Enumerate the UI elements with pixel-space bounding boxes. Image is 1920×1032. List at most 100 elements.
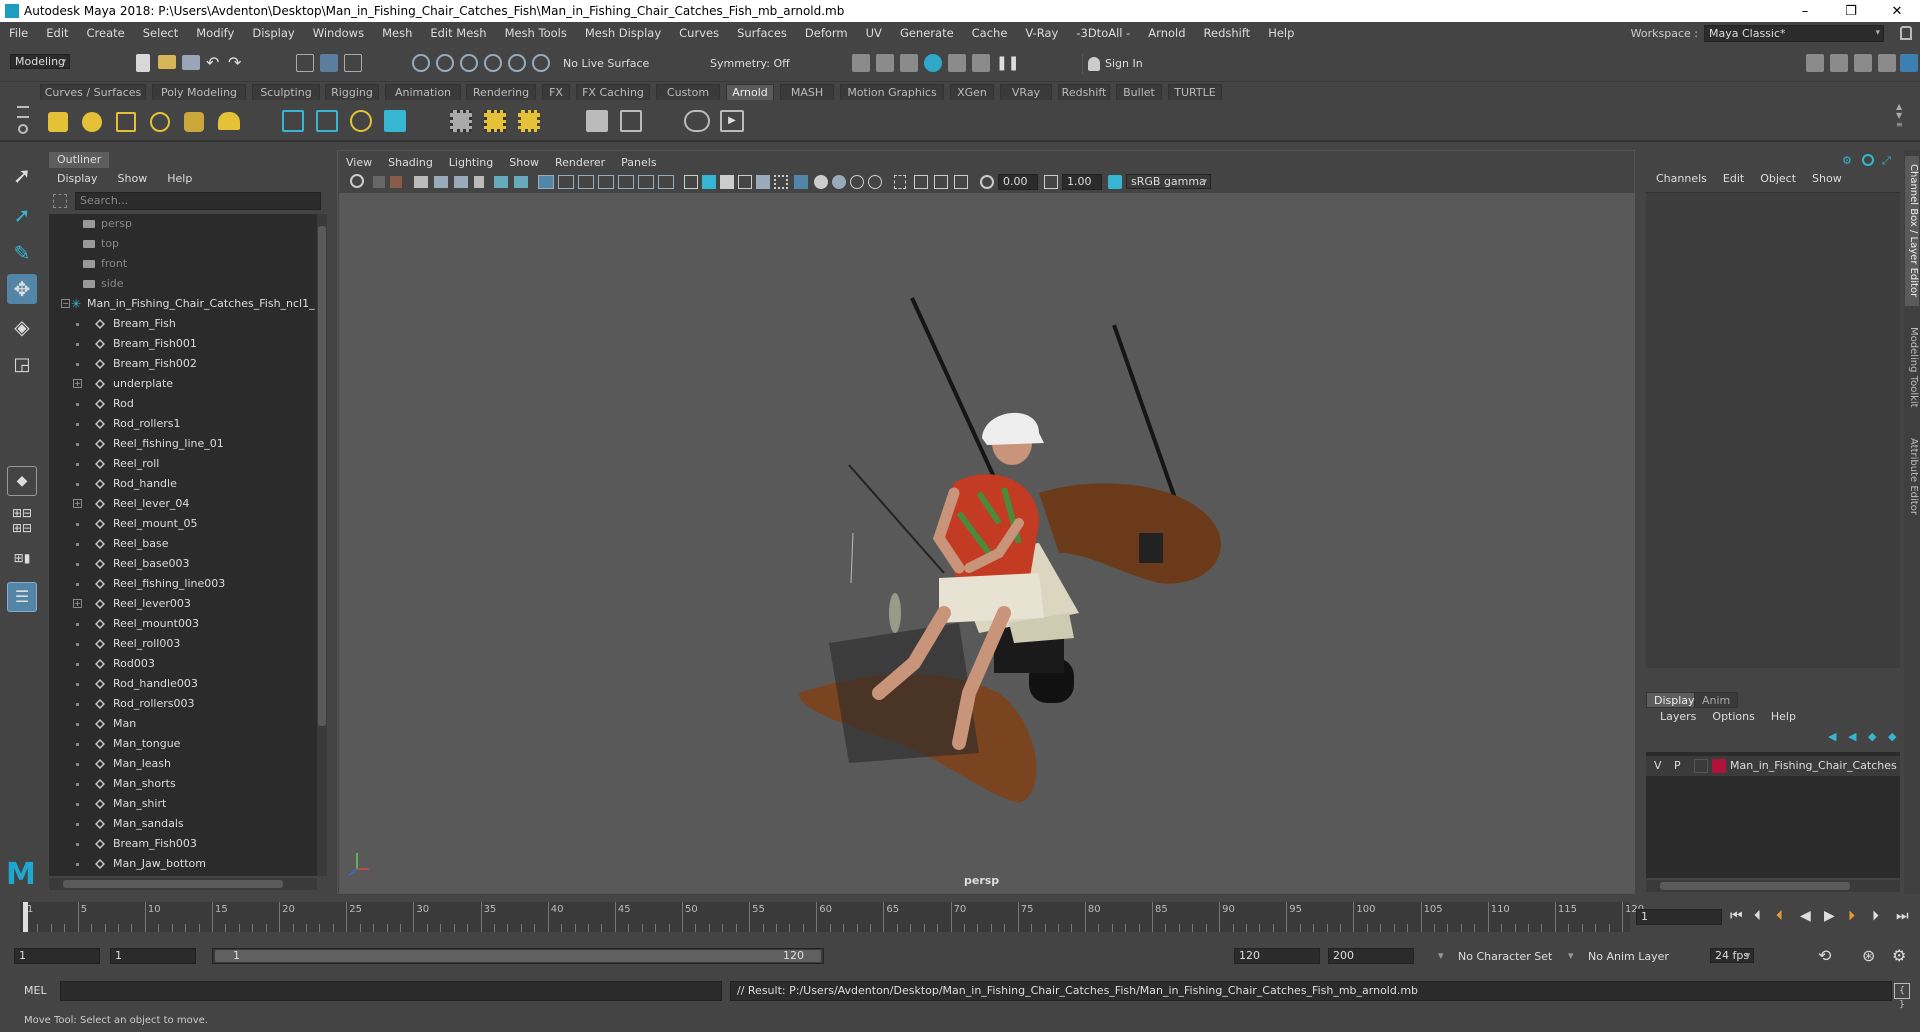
- frame-all-icon[interactable]: [514, 176, 528, 188]
- playback-end-field[interactable]: 120: [1234, 948, 1320, 964]
- play-forwards-icon[interactable]: ▶: [1824, 908, 1835, 924]
- menu-mesh-display[interactable]: Mesh Display: [576, 26, 670, 40]
- undo-icon[interactable]: ↶: [206, 54, 224, 72]
- playback-start-field[interactable]: 1: [110, 948, 196, 964]
- attribute-filter-icon[interactable]: [1862, 154, 1874, 166]
- default-material-icon[interactable]: [738, 175, 752, 189]
- fps-dropdown[interactable]: 24 fps: [1710, 948, 1755, 963]
- camera-bookmark-icon[interactable]: [474, 176, 484, 188]
- channel-box-settings-icon[interactable]: ⚙: [1842, 154, 1854, 167]
- license-icon[interactable]: [620, 110, 642, 132]
- pause-icon[interactable]: ❚❚: [996, 54, 1019, 72]
- outliner-search-input[interactable]: Search...: [75, 192, 321, 210]
- outliner-item-man-shorts[interactable]: Man_shorts: [49, 774, 317, 794]
- current-time-marker[interactable]: [23, 902, 28, 932]
- outliner-item-reel-fishing-line-01[interactable]: Reel_fishing_line_01: [49, 434, 317, 454]
- volume-icon[interactable]: [384, 110, 406, 132]
- menu-select[interactable]: Select: [134, 26, 187, 40]
- shelf-tab-animation[interactable]: Animation: [385, 84, 461, 100]
- viewport-menu-renderer[interactable]: Renderer: [547, 156, 613, 169]
- outliner-item-reel-roll[interactable]: Reel_roll: [49, 454, 317, 474]
- outliner-item-reel-mount003[interactable]: Reel_mount003: [49, 614, 317, 634]
- render-sequence-icon[interactable]: ▶: [720, 110, 744, 132]
- menu-cache[interactable]: Cache: [963, 26, 1017, 40]
- viewport-menu-lighting[interactable]: Lighting: [441, 156, 501, 169]
- shelf-scroll-icon[interactable]: ▲ ▼ ≡: [1896, 102, 1903, 129]
- flush-cache-icon[interactable]: [586, 110, 608, 132]
- toggle-modeling-toolkit-icon[interactable]: [1806, 54, 1824, 72]
- shelf-tab-xgen[interactable]: XGen: [950, 84, 994, 100]
- xray-joints-icon[interactable]: [954, 175, 968, 189]
- menu-uv[interactable]: UV: [857, 26, 891, 40]
- lasso-tool-icon[interactable]: ➚: [7, 200, 37, 230]
- command-input[interactable]: [60, 981, 722, 1001]
- shelf-tab-custom[interactable]: Custom: [656, 84, 720, 100]
- outliner-item-reel-base003[interactable]: Reel_base003: [49, 554, 317, 574]
- isolate-select-icon[interactable]: [894, 175, 906, 189]
- side-tab-modeling-toolkit[interactable]: Modeling Toolkit: [1905, 318, 1919, 416]
- bookmarks-icon[interactable]: [390, 176, 402, 188]
- live-surface-field[interactable]: No Live Surface: [563, 56, 663, 72]
- select-tool-icon[interactable]: ➚: [7, 162, 37, 192]
- range-bar[interactable]: 1 120: [212, 948, 824, 964]
- select-by-hierarchy-icon[interactable]: [296, 54, 314, 72]
- shadows-icon[interactable]: [794, 175, 808, 189]
- expand-toggle-icon[interactable]: +: [73, 499, 82, 508]
- outliner-item-man-tongue[interactable]: Man_tongue: [49, 734, 317, 754]
- select-by-object-icon[interactable]: [320, 54, 338, 72]
- layer-horizontal-scrollbar[interactable]: [1646, 880, 1900, 892]
- menu-mesh-tools[interactable]: Mesh Tools: [496, 26, 576, 40]
- outliner-item-top[interactable]: top: [49, 234, 317, 254]
- outliner-item-rod-handle003[interactable]: Rod_handle003: [49, 674, 317, 694]
- outliner-item-reel-lever003[interactable]: + Reel_lever003: [49, 594, 317, 614]
- close-button[interactable]: ✕: [1874, 4, 1920, 19]
- toggle-channel-box-icon[interactable]: [1878, 54, 1896, 72]
- layer-row[interactable]: V P Man_in_Fishing_Chair_Catches: [1646, 756, 1900, 776]
- menu-modify[interactable]: Modify: [187, 26, 243, 40]
- outliner-item-rod-rollers1[interactable]: Rod_rollers1: [49, 414, 317, 434]
- range-bar-handle[interactable]: [215, 950, 821, 962]
- shelf-tab-redshift[interactable]: Redshift: [1058, 84, 1110, 100]
- scale-tool-icon[interactable]: ◲: [7, 350, 37, 380]
- toggle-layer-editor-icon[interactable]: [1900, 54, 1918, 72]
- xray-icon[interactable]: [914, 175, 928, 189]
- mesh-light-icon[interactable]: [82, 112, 102, 132]
- menu-display[interactable]: Display: [243, 26, 303, 40]
- time-slider-track[interactable]: 1 5 10 15 20 25 30 35 40 45 50 55 60 65 70 75 80 85 90 95 10…: [20, 902, 1644, 932]
- move-tool-icon[interactable]: ✥: [7, 274, 37, 304]
- xray-active-icon[interactable]: [934, 175, 948, 189]
- textures-icon[interactable]: [484, 110, 506, 132]
- outliner-item-front[interactable]: front: [49, 254, 317, 274]
- redo-icon[interactable]: ↷: [228, 54, 246, 72]
- outliner-layout-icon[interactable]: ☰: [7, 582, 37, 612]
- shelf-tab-fx-caching[interactable]: FX Caching: [576, 84, 650, 100]
- outliner-item-man-jaw-bottom[interactable]: Man_Jaw_bottom: [49, 854, 317, 874]
- outliner-item-rod003[interactable]: Rod003: [49, 654, 317, 674]
- select-camera-icon[interactable]: [350, 174, 364, 188]
- outliner-item-reel-lever-04[interactable]: + Reel_lever_04: [49, 494, 317, 514]
- four-view-layout-icon[interactable]: ⊞⊟ ⊞⊟: [7, 506, 37, 536]
- outliner-item-bream-fish[interactable]: Bream_Fish: [49, 314, 317, 334]
- lock-icon[interactable]: [1900, 26, 1912, 40]
- outliner-item-bream-fish002[interactable]: Bream_Fish002: [49, 354, 317, 374]
- outliner-vertical-scrollbar[interactable]: [317, 214, 327, 876]
- render-frame-icon[interactable]: [876, 54, 894, 72]
- minimize-button[interactable]: –: [1782, 4, 1828, 19]
- anti-aliasing-icon[interactable]: [850, 175, 864, 189]
- exposure-icon[interactable]: [980, 175, 994, 189]
- outliner-item-rod-rollers003[interactable]: Rod_rollers003: [49, 694, 317, 714]
- rotate-tool-icon[interactable]: ◈: [7, 312, 37, 342]
- layer-visibility-toggle[interactable]: V: [1654, 756, 1662, 776]
- animation-end-field[interactable]: 200: [1328, 948, 1414, 964]
- viewport-menu-show[interactable]: Show: [501, 156, 547, 169]
- layer-tab-anim[interactable]: Anim: [1694, 692, 1739, 708]
- side-tab-channel-box[interactable]: Channel Box / Layer Editor: [1905, 156, 1919, 306]
- viewport-menu-panels[interactable]: Panels: [613, 156, 664, 169]
- step-back-key-icon[interactable]: ⏴: [1776, 908, 1783, 924]
- menu-create[interactable]: Create: [78, 26, 134, 40]
- filter-icon[interactable]: [53, 194, 67, 208]
- snap-grid-icon[interactable]: [412, 54, 430, 72]
- toggle-tool-settings-icon[interactable]: [1854, 54, 1872, 72]
- export-standin-icon[interactable]: [316, 110, 338, 132]
- gamma-icon[interactable]: [1044, 175, 1058, 189]
